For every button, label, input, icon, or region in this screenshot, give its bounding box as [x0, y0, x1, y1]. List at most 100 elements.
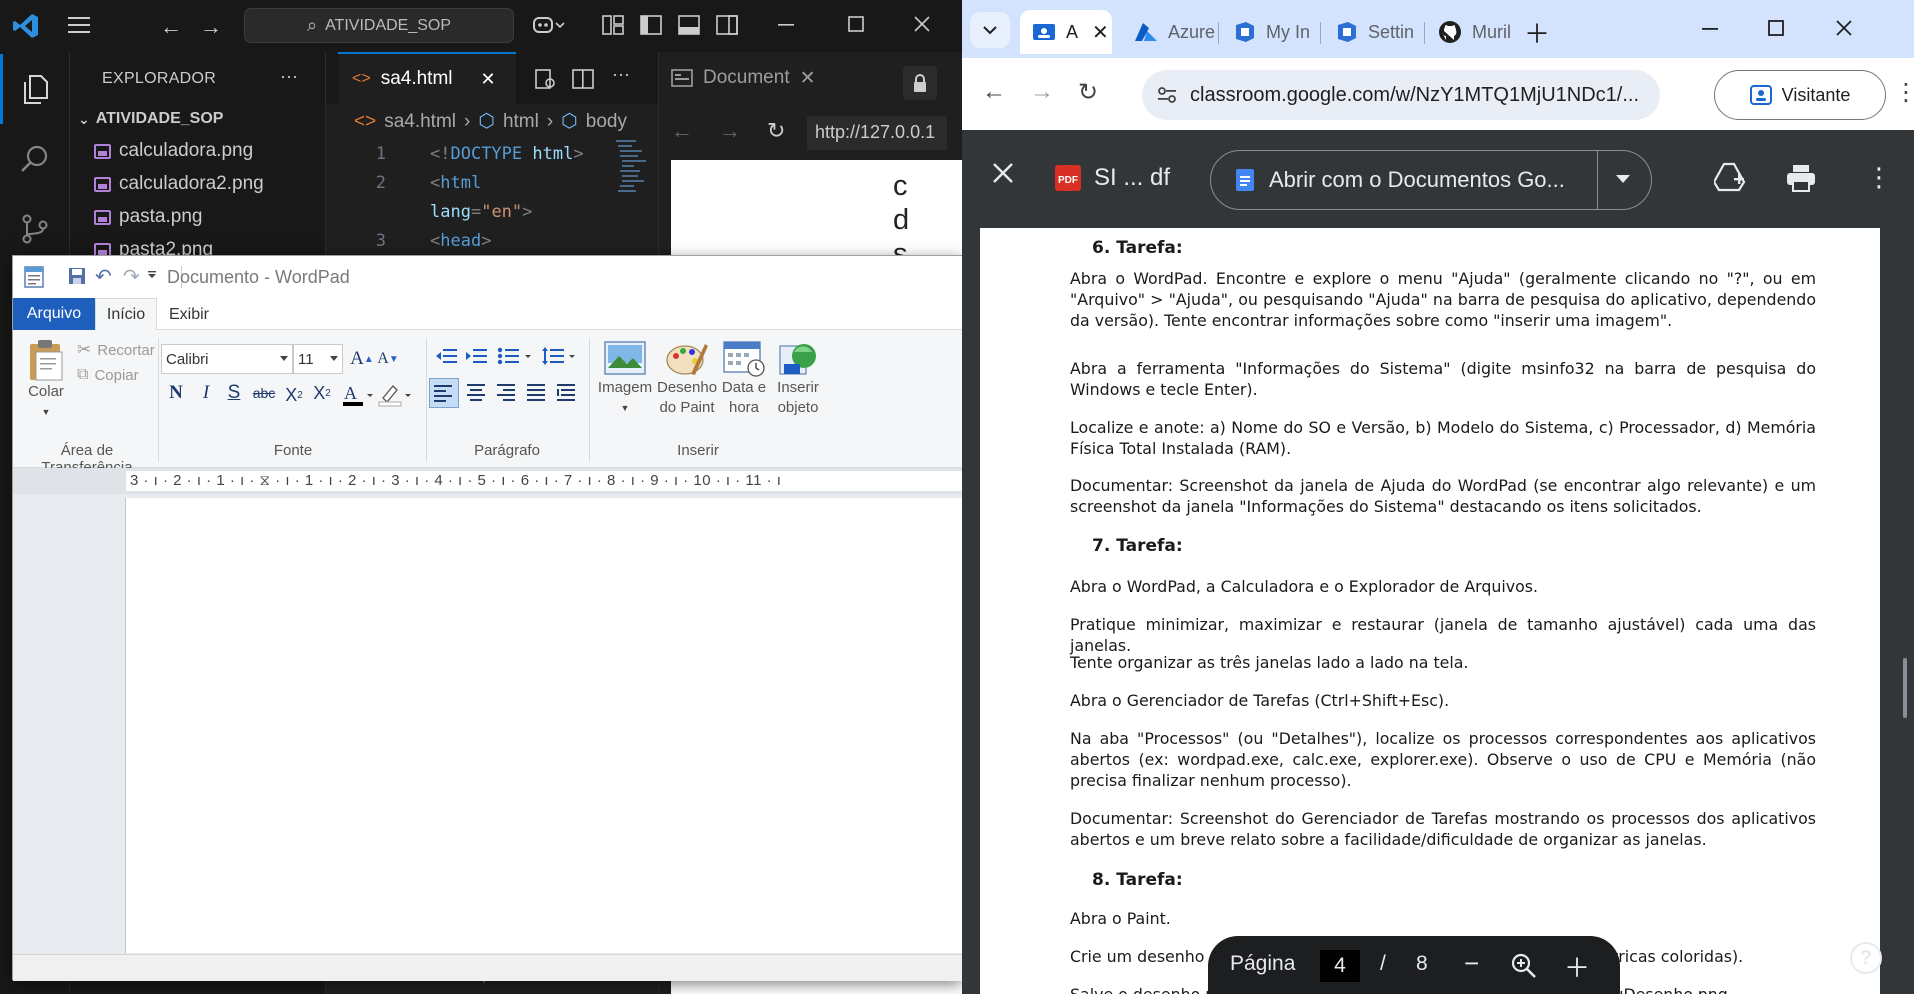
new-tab-button[interactable]: ＋: [1524, 14, 1550, 51]
line-spacing-icon[interactable]: [541, 346, 577, 368]
increase-indent-icon[interactable]: [465, 346, 489, 368]
underline-button[interactable]: S: [221, 380, 247, 406]
print-icon[interactable]: [1786, 164, 1816, 192]
close-viewer-icon[interactable]: [990, 160, 1016, 186]
strikethrough-button[interactable]: abc: [249, 380, 279, 406]
reload-icon[interactable]: ↻: [767, 118, 785, 144]
forward-arrow-icon[interactable]: →: [200, 14, 222, 40]
paste-button[interactable]: Colar ▼: [23, 338, 69, 422]
align-left-button[interactable]: [429, 378, 459, 408]
tab-sa4-html[interactable]: <> sa4.html ✕: [338, 52, 516, 104]
save-icon[interactable]: [67, 266, 87, 286]
paint-drawing-button[interactable]: Desenho do Paint: [657, 338, 717, 418]
lock-icon[interactable]: [903, 66, 937, 100]
chevron-down-icon[interactable]: [1615, 173, 1631, 185]
open-preview-icon[interactable]: [534, 68, 556, 90]
back-arrow-icon[interactable]: ←: [982, 78, 1006, 106]
file-item[interactable]: pasta.png: [94, 206, 202, 228]
grow-font-icon[interactable]: A ▲: [349, 346, 375, 372]
bullet-list-icon[interactable]: [497, 346, 533, 368]
paste-dropdown-icon[interactable]: ▼: [23, 402, 69, 422]
quick-access-dropdown-icon[interactable]: [147, 270, 157, 280]
copy-button[interactable]: ⧉ Copiar: [77, 366, 139, 384]
paragraph-settings-icon[interactable]: [553, 380, 581, 408]
toggle-panel-icon[interactable]: [678, 14, 700, 36]
forward-arrow-icon[interactable]: →: [1030, 78, 1054, 106]
forward-arrow-icon[interactable]: →: [719, 118, 741, 144]
address-bar[interactable]: classroom.google.com/w/NzY1MTQ1MjU1NDc1/…: [1142, 70, 1660, 120]
tab-file[interactable]: Arquivo: [13, 298, 95, 330]
toggle-secondary-sidebar-icon[interactable]: [716, 14, 738, 36]
maximize-icon[interactable]: [846, 14, 866, 34]
menu-icon[interactable]: [68, 14, 92, 36]
tab-view[interactable]: Exibir: [157, 298, 221, 331]
align-center-icon[interactable]: [463, 380, 491, 408]
breadcrumb-html[interactable]: html: [503, 111, 539, 133]
close-icon[interactable]: [912, 14, 932, 34]
zoom-out-icon[interactable]: −: [1464, 948, 1479, 979]
layout-panels-icon[interactable]: [602, 14, 624, 36]
tab-my-in[interactable]: My In: [1220, 10, 1318, 54]
back-arrow-icon[interactable]: ←: [160, 14, 182, 40]
close-icon[interactable]: ✕: [481, 69, 496, 90]
highlight-color-icon[interactable]: [377, 382, 413, 408]
font-family-select[interactable]: Calibri: [161, 344, 293, 374]
more-options-icon[interactable]: ⋮: [1866, 162, 1892, 193]
tab-classroom[interactable]: A ✕: [1020, 10, 1112, 54]
file-item[interactable]: calculadora2.png: [94, 173, 264, 195]
tab-search-button[interactable]: [970, 12, 1010, 48]
minimize-icon[interactable]: [776, 14, 796, 34]
folder-atividade-sop[interactable]: ⌄ ATIVIDADE_SOP: [78, 110, 223, 128]
minimize-icon[interactable]: [1700, 18, 1720, 38]
document-page[interactable]: [125, 498, 963, 953]
redo-icon[interactable]: ↷: [123, 264, 140, 289]
justify-icon[interactable]: [523, 380, 551, 408]
insert-object-button[interactable]: Inserir objeto: [771, 338, 825, 418]
pdf-page[interactable]: 6. Tarefa: Abra o WordPad. Encontre e ex…: [980, 228, 1880, 994]
close-icon[interactable]: [1834, 18, 1854, 38]
insert-image-button[interactable]: Imagem ▼: [595, 338, 655, 418]
tab-azure[interactable]: Azure: [1122, 10, 1216, 54]
breadcrumb-file[interactable]: sa4.html: [384, 111, 456, 133]
decrease-indent-icon[interactable]: [435, 346, 459, 368]
command-center-search[interactable]: ⌕ ATIVIDADE_SOP: [244, 8, 514, 43]
minimap[interactable]: [616, 138, 652, 208]
profile-button[interactable]: Visitante: [1714, 70, 1886, 120]
pdf-scrollbar[interactable]: [1896, 228, 1914, 994]
font-size-select[interactable]: 11: [293, 344, 343, 374]
help-button[interactable]: ?: [1850, 942, 1882, 974]
back-arrow-icon[interactable]: ←: [671, 118, 693, 144]
ruler[interactable]: 3 · ı · 2 · ı · 1 · ı · ⧖ · ı · 1 · ı · …: [13, 468, 963, 494]
undo-icon[interactable]: ↶: [95, 264, 112, 289]
shrink-font-icon[interactable]: A ▼: [375, 346, 401, 372]
breadcrumb-body[interactable]: body: [586, 111, 627, 133]
tab-document-preview[interactable]: Document ✕: [671, 52, 816, 104]
explorer-more-button[interactable]: ···: [280, 66, 298, 87]
add-to-drive-icon[interactable]: [1714, 162, 1746, 192]
maximize-icon[interactable]: [1766, 18, 1786, 38]
tab-github[interactable]: Muril: [1426, 10, 1522, 54]
explorer-icon[interactable]: [0, 54, 70, 124]
search-icon[interactable]: [0, 124, 70, 194]
subscript-icon[interactable]: X2: [281, 382, 307, 408]
font-color-icon[interactable]: A: [341, 382, 375, 408]
open-with-docs-button[interactable]: Abrir com o Documentos Go...: [1210, 150, 1652, 210]
italic-button[interactable]: I: [193, 380, 219, 406]
scrollbar-thumb[interactable]: [1903, 658, 1907, 718]
bold-button[interactable]: N: [163, 380, 189, 406]
zoom-in-icon[interactable]: ＋: [1564, 948, 1590, 985]
file-item[interactable]: calculadora.png: [94, 140, 253, 162]
date-time-button[interactable]: Data e hora: [717, 338, 771, 418]
close-icon[interactable]: ✕: [800, 67, 816, 90]
preview-url-field[interactable]: http://127.0.0.1: [807, 116, 947, 150]
more-actions-icon[interactable]: ···: [612, 64, 630, 85]
reload-icon[interactable]: ↻: [1078, 78, 1098, 107]
fit-zoom-icon[interactable]: [1510, 952, 1538, 980]
tab-home[interactable]: Início: [95, 298, 157, 331]
page-number-input[interactable]: 4: [1320, 950, 1360, 982]
cut-button[interactable]: ✂ Recortar: [77, 340, 155, 360]
split-editor-icon[interactable]: [572, 68, 594, 90]
tab-settings[interactable]: Settin: [1322, 10, 1422, 54]
toggle-sidebar-icon[interactable]: [640, 14, 662, 36]
chrome-menu-icon[interactable]: ⋮: [1894, 78, 1914, 107]
